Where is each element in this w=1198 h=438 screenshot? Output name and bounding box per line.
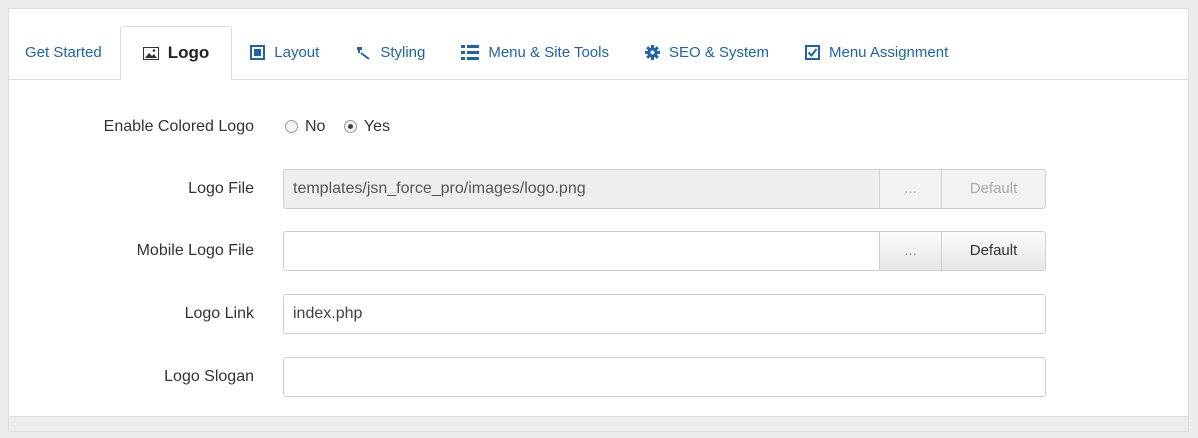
tab-label: Logo bbox=[167, 43, 210, 62]
logo-file-browse-button[interactable]: ... bbox=[879, 169, 942, 209]
tab-label: SEO & System bbox=[668, 44, 769, 61]
template-settings-panel: Get Started Logo Layout Styling Menu & S… bbox=[8, 8, 1189, 432]
tab-styling[interactable]: Styling bbox=[337, 26, 443, 79]
checkbox-icon bbox=[805, 45, 820, 60]
label-wrap: Mobile Logo File bbox=[9, 229, 254, 273]
field-label: Enable Colored Logo bbox=[103, 118, 254, 135]
logo-slogan-input[interactable] bbox=[283, 357, 1046, 397]
label-wrap: Logo Link bbox=[9, 292, 254, 336]
field-label: Logo Link bbox=[184, 305, 254, 322]
tab-label: Menu Assignment bbox=[829, 44, 949, 61]
enable-colored-logo-row: Enable Colored Logo No Yes bbox=[9, 105, 1109, 149]
mobile-logo-file-input[interactable] bbox=[283, 231, 880, 271]
radio-option-yes[interactable]: Yes bbox=[343, 118, 391, 135]
tab-layout[interactable]: Layout bbox=[232, 26, 337, 79]
mobile-logo-file-default-button[interactable]: Default bbox=[941, 231, 1046, 271]
settings-tabs: Get Started Logo Layout Styling Menu & S… bbox=[9, 9, 1188, 80]
tab-label: Menu & Site Tools bbox=[488, 44, 609, 61]
tab-get-started[interactable]: Get Started bbox=[19, 26, 120, 79]
field-label: Mobile Logo File bbox=[136, 242, 254, 259]
logo-slogan-row: Logo Slogan bbox=[9, 355, 1109, 399]
radio-option-no[interactable]: No bbox=[285, 118, 325, 135]
logo-file-default-button[interactable]: Default bbox=[941, 169, 1046, 209]
tab-menu-assignment[interactable]: Menu Assignment bbox=[787, 26, 966, 79]
label-wrap: Logo File bbox=[9, 167, 254, 211]
logo-file-input[interactable]: templates/jsn_force_pro/images/logo.png bbox=[283, 169, 880, 209]
layout-icon bbox=[250, 45, 266, 60]
image-icon bbox=[142, 46, 159, 60]
list-icon bbox=[461, 45, 480, 60]
panel-footer bbox=[9, 416, 1188, 431]
field-label: Logo File bbox=[188, 180, 254, 197]
tab-seo-system[interactable]: SEO & System bbox=[627, 26, 787, 79]
gear-icon bbox=[644, 45, 660, 60]
colored-logo-radio-group: No Yes bbox=[285, 105, 404, 149]
tab-label: Get Started bbox=[25, 44, 102, 61]
tab-label: Layout bbox=[274, 44, 320, 61]
logo-file-row: Logo File templates/jsn_force_pro/images… bbox=[9, 167, 1109, 211]
mobile-logo-file-row: Mobile Logo File ... Default bbox=[9, 229, 1109, 273]
tab-label: Styling bbox=[380, 44, 426, 61]
field-label: Logo Slogan bbox=[164, 368, 254, 385]
radio-label: Yes bbox=[363, 118, 391, 135]
logo-link-input[interactable]: index.php bbox=[283, 294, 1046, 334]
label-wrap: Logo Slogan bbox=[9, 355, 254, 399]
radio-button[interactable] bbox=[285, 120, 298, 134]
tab-logo[interactable]: Logo bbox=[119, 26, 233, 80]
label-wrap: Enable Colored Logo bbox=[9, 105, 254, 149]
mobile-logo-file-browse-button[interactable]: ... bbox=[879, 231, 942, 271]
logo-link-row: Logo Link index.php bbox=[9, 292, 1109, 336]
brush-icon bbox=[355, 45, 371, 60]
radio-label: No bbox=[305, 118, 326, 135]
tab-menu-site-tools[interactable]: Menu & Site Tools bbox=[443, 26, 627, 79]
radio-button[interactable] bbox=[343, 120, 357, 134]
